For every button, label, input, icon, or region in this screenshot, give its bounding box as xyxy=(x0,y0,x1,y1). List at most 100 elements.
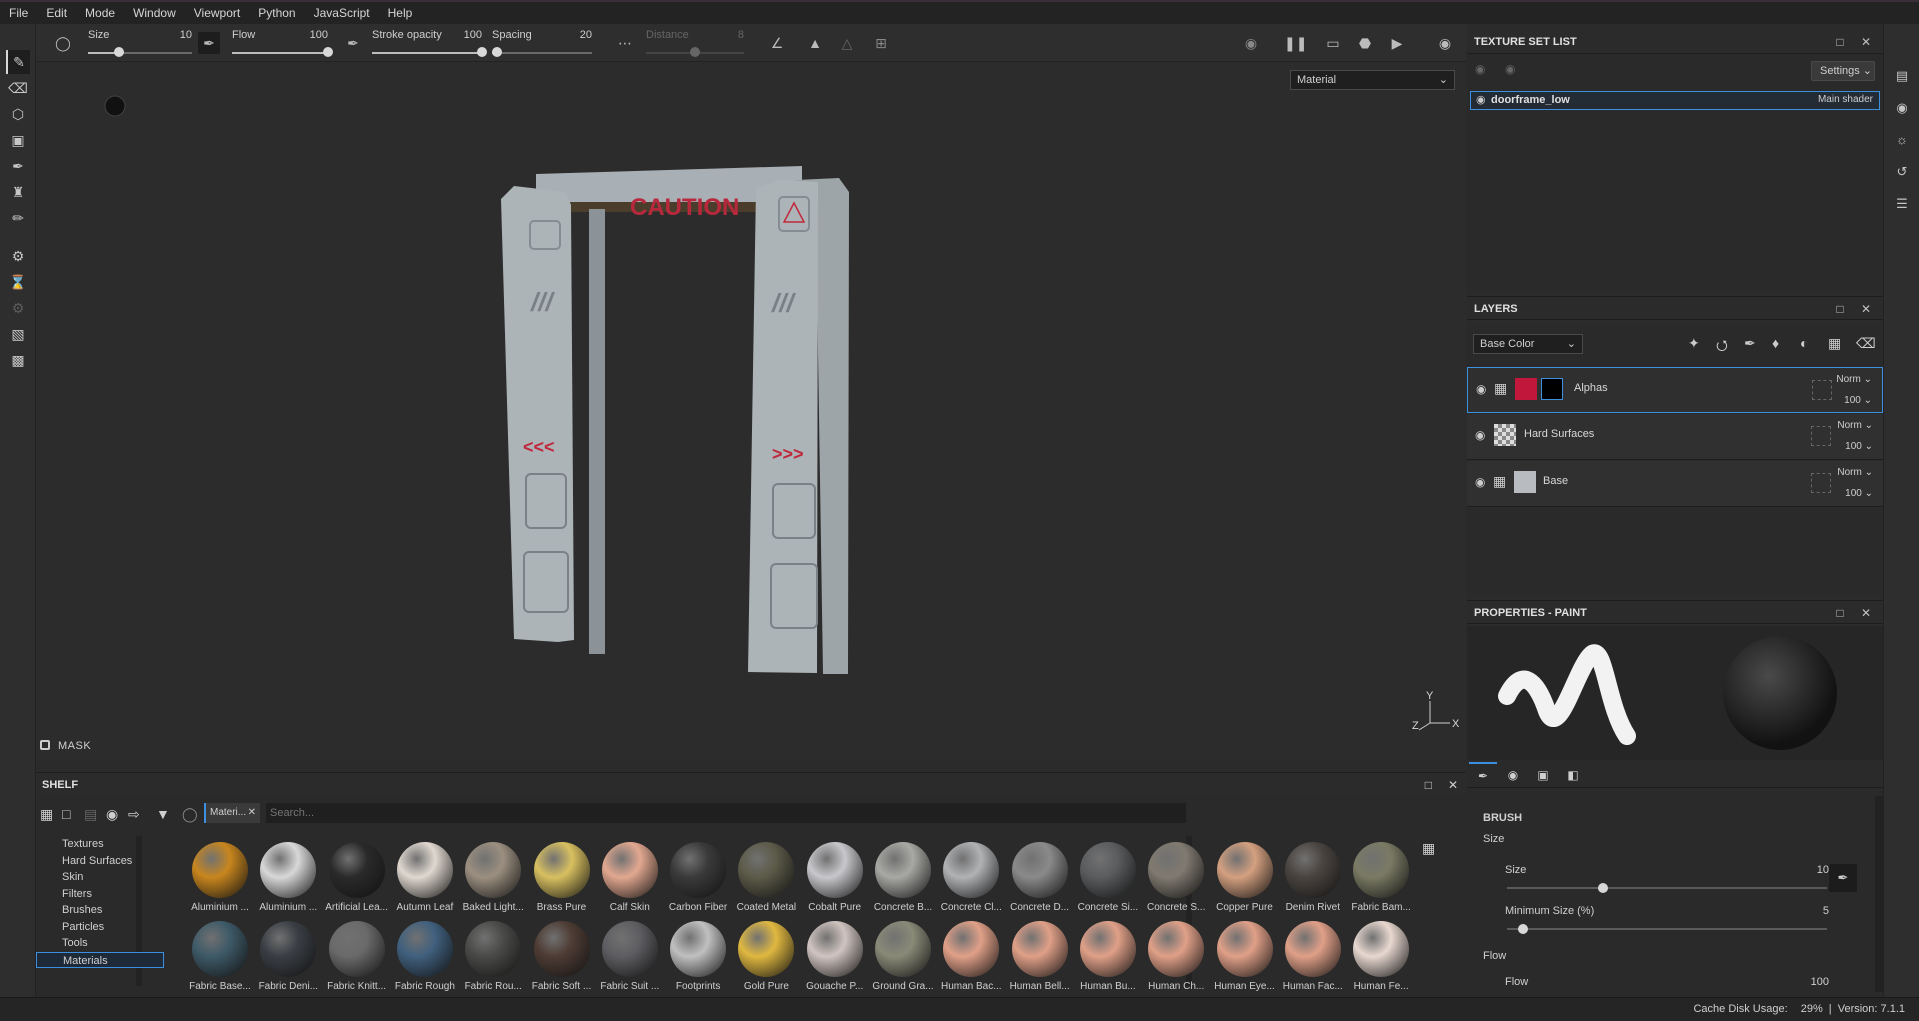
log-icon[interactable]: ☰ xyxy=(1892,194,1912,214)
show-all-icon[interactable]: ◉ xyxy=(1505,62,1515,76)
symmetry-icon[interactable]: ▲ xyxy=(804,32,826,54)
visibility-eye-icon[interactable]: ◉ xyxy=(1475,475,1485,489)
flow-slider[interactable]: Flow 100 xyxy=(232,24,333,62)
3d-viewport[interactable]: CAUTION /// <<< /// >>> Y X Z xyxy=(36,62,1466,759)
filter-tag[interactable]: Materi... ✕ xyxy=(204,803,260,823)
tab-material-icon[interactable]: ◧ xyxy=(1559,762,1587,788)
close-icon[interactable]: ✕ xyxy=(1448,778,1458,792)
material-thumbnail[interactable]: Brass Pure xyxy=(530,842,594,918)
pause-icon[interactable]: ❚❚ xyxy=(1284,32,1307,54)
tab-alpha-icon[interactable]: ◉ xyxy=(1499,762,1527,788)
close-icon[interactable]: ✕ xyxy=(1857,30,1875,54)
save-icon[interactable]: ▤ xyxy=(84,806,97,823)
brush-size-knob[interactable] xyxy=(1598,883,1608,893)
material-thumbnail[interactable]: Denim Rivet xyxy=(1281,842,1345,918)
menu-viewport[interactable]: Viewport xyxy=(185,2,249,24)
material-thumbnail[interactable]: Human Bac... xyxy=(939,921,1003,997)
menu-help[interactable]: Help xyxy=(379,2,422,24)
material-thumbnail[interactable]: Human Fac... xyxy=(1281,921,1345,997)
properties-scrollbar[interactable] xyxy=(1875,796,1883,992)
close-icon[interactable]: ✕ xyxy=(1857,601,1875,625)
display-settings-icon[interactable]: ◉ xyxy=(1892,98,1912,118)
hide-icon[interactable]: ◉ xyxy=(106,806,118,823)
material-thumbnail[interactable]: Gold Pure xyxy=(734,921,798,997)
undock-icon[interactable]: □ xyxy=(1831,297,1849,321)
settings-dropdown[interactable]: Settings ⌄ xyxy=(1811,61,1875,81)
layer-opacity[interactable]: 100 ⌄ xyxy=(1845,441,1873,452)
export-icon[interactable]: ▩ xyxy=(6,348,30,372)
shelf-category-tools[interactable]: Tools xyxy=(36,935,164,951)
brush-size-value[interactable]: 10 xyxy=(1805,864,1829,876)
mask-toggle[interactable]: MASK xyxy=(40,740,91,756)
hide-all-icon[interactable]: ◉ xyxy=(1475,62,1485,76)
color-picker-icon[interactable]: ✏ xyxy=(6,206,30,230)
material-thumbnail[interactable]: Concrete S... xyxy=(1144,842,1208,918)
material-thumbnail[interactable]: Human Fe... xyxy=(1349,921,1413,997)
grid-view-icon[interactable]: ▦ xyxy=(1422,840,1435,857)
min-size-value[interactable]: 5 xyxy=(1805,905,1829,917)
shelf-category-filters[interactable]: Filters xyxy=(36,886,164,902)
filter-icon[interactable]: ▼ xyxy=(156,806,170,822)
material-thumbnail[interactable]: Human Ch... xyxy=(1144,921,1208,997)
pen-pressure-icon[interactable]: ✒ xyxy=(198,32,220,54)
material-thumbnail[interactable]: Coated Metal xyxy=(734,842,798,918)
add-effect-icon[interactable]: ⭯ xyxy=(1716,335,1728,359)
tab-brush-icon[interactable]: ✒ xyxy=(1469,762,1497,788)
viewport-mode-icon[interactable]: ▭ xyxy=(1322,32,1344,54)
material-thumbnail[interactable]: Concrete B... xyxy=(871,842,935,918)
material-thumbnail[interactable]: Fabric Knitt... xyxy=(325,921,389,997)
eraser-icon[interactable]: ⌫ xyxy=(6,76,30,100)
menu-python[interactable]: Python xyxy=(249,2,304,24)
layer-row-hard-surfaces[interactable]: ◉ Hard Surfaces Norm ⌄ 100 ⌄ xyxy=(1467,414,1883,460)
texture-set-item[interactable]: ◉ doorframe_low Main shader xyxy=(1470,91,1880,110)
menu-file[interactable]: File xyxy=(0,2,37,24)
shelf-category-particles[interactable]: Particles xyxy=(36,919,164,935)
reset-icon[interactable]: ◯ xyxy=(182,806,198,823)
close-icon[interactable]: ✕ xyxy=(248,803,256,823)
import-icon[interactable]: ⇨ xyxy=(128,806,140,823)
symmetry-settings-icon[interactable]: △ xyxy=(836,32,858,54)
material-thumbnail[interactable]: Copper Pure xyxy=(1213,842,1277,918)
material-thumbnail[interactable]: Human Bell... xyxy=(1008,921,1072,997)
texture-set-shader[interactable]: Main shader xyxy=(1818,94,1873,105)
add-folder-icon[interactable]: ▦ xyxy=(1828,335,1841,352)
lazy-mouse-icon[interactable]: ⋯ xyxy=(614,32,636,54)
menu-edit[interactable]: Edit xyxy=(37,2,76,24)
material-thumbnail[interactable]: Ground Gra... xyxy=(871,921,935,997)
new-shelf-icon[interactable]: □ xyxy=(62,806,70,822)
material-thumbnail[interactable]: Fabric Base... xyxy=(188,921,252,997)
material-thumbnail[interactable]: Baked Light... xyxy=(461,842,525,918)
undock-icon[interactable]: □ xyxy=(1425,778,1432,792)
visibility-eye-icon[interactable]: ◉ xyxy=(1476,93,1486,106)
polygon-fill-icon[interactable]: ▣ xyxy=(6,128,30,152)
channel-select[interactable]: Base Color ⌄ xyxy=(1473,334,1583,354)
spacing-slider[interactable]: Spacing 20 xyxy=(492,24,592,62)
shelf-category-textures[interactable]: Textures xyxy=(36,836,164,852)
shelf-search-input[interactable] xyxy=(266,803,1186,823)
shader-settings-icon[interactable]: ☼ xyxy=(1892,130,1912,150)
crop-icon[interactable]: ⊞ xyxy=(870,32,892,54)
material-thumbnail[interactable]: Human Eye... xyxy=(1213,921,1277,997)
layer-opacity[interactable]: 100 ⌄ xyxy=(1845,488,1873,499)
magic-wand-icon[interactable]: ✦ xyxy=(1688,335,1700,352)
size-pressure-icon[interactable]: ✒ xyxy=(1829,864,1857,892)
geometry-mask-icon[interactable] xyxy=(1811,473,1831,493)
material-thumbnail[interactable]: Artificial Lea... xyxy=(325,842,389,918)
blend-mode[interactable]: Norm ⌄ xyxy=(1837,420,1873,431)
close-icon[interactable]: ✕ xyxy=(1857,297,1875,321)
layer-opacity[interactable]: 100 ⌄ xyxy=(1844,395,1872,406)
material-thumbnail[interactable]: Fabric Rough xyxy=(393,921,457,997)
flow-pressure-icon[interactable]: ✒ xyxy=(342,32,364,54)
layer-mask-thumb[interactable] xyxy=(1541,378,1563,400)
brush-shape-icon[interactable]: ◯ xyxy=(52,32,74,54)
material-thumbnail[interactable]: Fabric Soft ... xyxy=(530,921,594,997)
size-slider[interactable]: Size 10 xyxy=(88,24,192,62)
material-thumbnail[interactable]: Concrete D... xyxy=(1008,842,1072,918)
geometry-mask-icon[interactable] xyxy=(1811,426,1831,446)
size-knob[interactable] xyxy=(114,47,125,57)
material-thumbnail[interactable]: Calf Skin xyxy=(598,842,662,918)
blend-mode[interactable]: Norm ⌄ xyxy=(1837,467,1873,478)
stroke-opacity-slider[interactable]: Stroke opacity 100 xyxy=(372,24,487,62)
paint-brush-icon[interactable]: ✎ xyxy=(6,50,30,74)
screenshot-camera-icon[interactable]: ◉ xyxy=(1434,32,1456,54)
